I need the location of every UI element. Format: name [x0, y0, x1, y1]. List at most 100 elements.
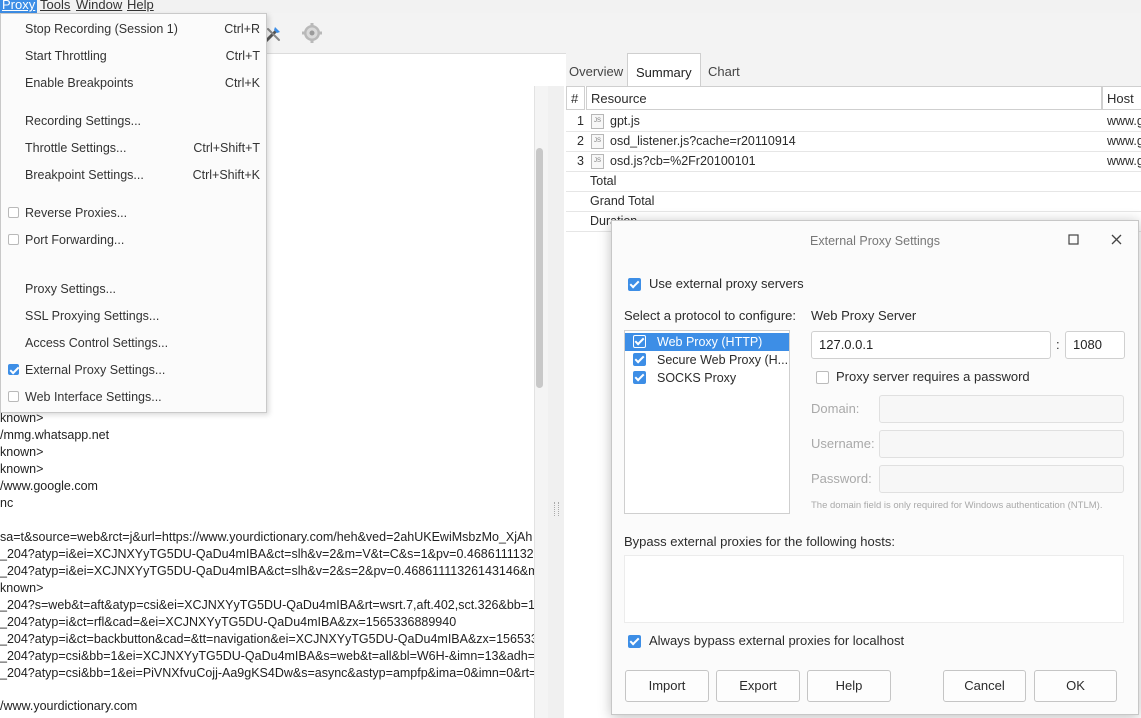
- row-number: 3: [577, 154, 584, 168]
- menu-item-reverse-proxies[interactable]: Reverse Proxies...: [1, 202, 266, 224]
- socks-proxy-checkbox[interactable]: [633, 371, 646, 384]
- dialog-title: External Proxy Settings: [810, 234, 940, 248]
- username-input[interactable]: [879, 430, 1124, 458]
- settings-gear-icon[interactable]: [301, 22, 323, 44]
- splitter-grip-icon: [554, 502, 559, 516]
- list-item[interactable]: _204?atyp=i&ei=XCJNXYyTG5DU-QaDu4mIBA&ct…: [0, 563, 539, 580]
- requires-password-label: Proxy server requires a password: [836, 369, 1030, 384]
- list-item[interactable]: known>: [0, 461, 43, 478]
- external-proxy-checkbox[interactable]: [8, 364, 19, 375]
- help-button[interactable]: Help: [807, 670, 891, 702]
- import-button[interactable]: Import: [625, 670, 709, 702]
- list-item[interactable]: known>: [0, 444, 43, 461]
- protocol-item-web-proxy-http[interactable]: Web Proxy (HTTP): [625, 333, 789, 351]
- use-external-proxy-label: Use external proxy servers: [649, 276, 804, 291]
- protocol-list: Web Proxy (HTTP) Secure Web Proxy (H... …: [624, 330, 790, 514]
- secure-web-proxy-checkbox[interactable]: [633, 353, 646, 366]
- list-item[interactable]: _204?atyp=i&ct=backbutton&cad=&tt=naviga…: [0, 631, 545, 648]
- column-header-host[interactable]: Host: [1102, 86, 1141, 110]
- table-row[interactable]: 2 JS osd_listener.js?cache=r20110914 www…: [566, 131, 1141, 152]
- menu-item-breakpoint-settings[interactable]: Breakpoint Settings... Ctrl+Shift+K: [1, 164, 266, 186]
- web-interface-checkbox[interactable]: [8, 391, 19, 402]
- port-forwarding-checkbox[interactable]: [8, 234, 19, 245]
- list-item[interactable]: _204?atyp=csi&bb=1&ei=PiVNXfvuCojj-Aa9gK…: [0, 665, 536, 682]
- always-bypass-localhost-label: Always bypass external proxies for local…: [649, 633, 905, 648]
- js-file-icon: JS: [591, 154, 604, 169]
- table-row[interactable]: 1 JS gpt.js www.g: [566, 111, 1141, 132]
- tab-overview[interactable]: Overview: [566, 53, 626, 85]
- menu-item-start-throttling[interactable]: Start Throttling Ctrl+T: [1, 45, 266, 67]
- menu-item-throttle-settings[interactable]: Throttle Settings... Ctrl+Shift+T: [1, 137, 266, 159]
- port-separator: :: [1056, 337, 1060, 352]
- always-bypass-localhost-checkbox[interactable]: [628, 635, 641, 648]
- ok-button[interactable]: OK: [1034, 670, 1117, 702]
- left-scrollbar-thumb[interactable]: [536, 148, 543, 388]
- row-host: www.g: [1107, 154, 1141, 168]
- ntlm-note: The domain field is only required for Wi…: [811, 500, 1103, 511]
- menu-tools[interactable]: Tools: [38, 0, 72, 13]
- list-item[interactable]: /mmg.whatsapp.net: [0, 427, 109, 444]
- protocol-item-socks-proxy[interactable]: SOCKS Proxy: [625, 369, 789, 387]
- grand-total-label: Grand Total: [590, 194, 655, 208]
- totals-row[interactable]: Total: [566, 171, 1141, 192]
- username-label: Username:: [811, 436, 875, 451]
- bypass-hosts-textarea[interactable]: [624, 555, 1124, 623]
- list-item[interactable]: nc: [0, 495, 13, 512]
- list-item[interactable]: known>: [0, 580, 43, 597]
- menu-window[interactable]: Window: [74, 0, 124, 13]
- js-file-icon: JS: [591, 134, 604, 149]
- web-proxy-checkbox[interactable]: [633, 335, 646, 348]
- requires-password-checkbox[interactable]: [816, 371, 829, 384]
- password-label: Password:: [811, 471, 872, 486]
- bypass-hosts-label: Bypass external proxies for the followin…: [624, 534, 895, 549]
- domain-label: Domain:: [811, 401, 860, 416]
- use-external-proxy-checkbox[interactable]: [628, 278, 641, 291]
- pane-splitter[interactable]: [548, 86, 564, 718]
- export-button[interactable]: Export: [716, 670, 800, 702]
- column-header-number[interactable]: #: [566, 86, 585, 110]
- list-item[interactable]: _204?atyp=csi&bb=1&ei=XCJNXYyTG5DU-QaDu4…: [0, 648, 543, 665]
- menu-item-proxy-settings[interactable]: Proxy Settings...: [1, 278, 266, 300]
- row-resource: osd.js?cb=%2Fr20100101: [610, 154, 756, 168]
- close-icon[interactable]: [1111, 234, 1122, 245]
- list-item[interactable]: /www.google.com: [0, 478, 98, 495]
- menu-item-external-proxy-settings[interactable]: External Proxy Settings...: [1, 359, 266, 381]
- row-resource: osd_listener.js?cache=r20110914: [610, 134, 796, 148]
- proxy-menu-dropdown: Stop Recording (Session 1) Ctrl+R Start T…: [0, 13, 267, 413]
- list-item[interactable]: sa=t&source=web&rct=j&url=https://www.yo…: [0, 529, 532, 546]
- menu-item-access-control-settings[interactable]: Access Control Settings...: [1, 332, 266, 354]
- row-number: 1: [577, 114, 584, 128]
- detail-tabs: Overview Summary Chart: [566, 53, 1141, 86]
- menu-item-enable-breakpoints[interactable]: Enable Breakpoints Ctrl+K: [1, 72, 266, 94]
- menu-proxy[interactable]: Proxy: [0, 0, 38, 13]
- external-proxy-settings-dialog: External Proxy Settings Use external pro…: [611, 220, 1139, 715]
- row-resource: gpt.js: [610, 114, 640, 128]
- protocol-item-secure-web-proxy[interactable]: Secure Web Proxy (H...: [625, 351, 789, 369]
- column-header-resource[interactable]: Resource: [586, 86, 1102, 110]
- menu-item-ssl-proxying-settings[interactable]: SSL Proxying Settings...: [1, 305, 266, 327]
- reverse-proxies-checkbox[interactable]: [8, 207, 19, 218]
- list-item[interactable]: _204?s=web&t=aft&atyp=csi&ei=XCJNXYyTG5D…: [0, 597, 543, 614]
- menu-help[interactable]: Help: [125, 0, 156, 13]
- password-input[interactable]: [879, 465, 1124, 493]
- menu-item-web-interface-settings[interactable]: Web Interface Settings...: [1, 386, 266, 408]
- menubar: Proxy Tools Window Help: [0, 0, 1141, 13]
- tab-chart[interactable]: Chart: [705, 53, 743, 85]
- total-label: Total: [590, 174, 617, 188]
- domain-input[interactable]: [879, 395, 1124, 423]
- tab-summary[interactable]: Summary: [627, 53, 701, 86]
- row-host: www.g: [1107, 134, 1141, 148]
- totals-row[interactable]: Grand Total: [566, 191, 1141, 212]
- table-row[interactable]: 3 JS osd.js?cb=%2Fr20100101 www.g: [566, 151, 1141, 172]
- list-item[interactable]: /www.yourdictionary.com: [0, 698, 137, 715]
- maximize-icon[interactable]: [1068, 234, 1079, 245]
- list-item[interactable]: _204?atyp=i&ct=rfl&cad=&ei=XCJNXYyTG5DU-…: [0, 614, 456, 631]
- cancel-button[interactable]: Cancel: [943, 670, 1026, 702]
- proxy-host-input[interactable]: 127.0.0.1: [811, 331, 1051, 359]
- menu-item-recording-settings[interactable]: Recording Settings...: [1, 110, 266, 132]
- proxy-port-input[interactable]: 1080: [1065, 331, 1125, 359]
- menu-item-port-forwarding[interactable]: Port Forwarding...: [1, 229, 266, 251]
- menu-item-stop-recording[interactable]: Stop Recording (Session 1) Ctrl+R: [1, 18, 266, 40]
- select-protocol-label: Select a protocol to configure:: [624, 308, 796, 323]
- list-item[interactable]: _204?atyp=i&ei=XCJNXYyTG5DU-QaDu4mIBA&ct…: [0, 546, 541, 563]
